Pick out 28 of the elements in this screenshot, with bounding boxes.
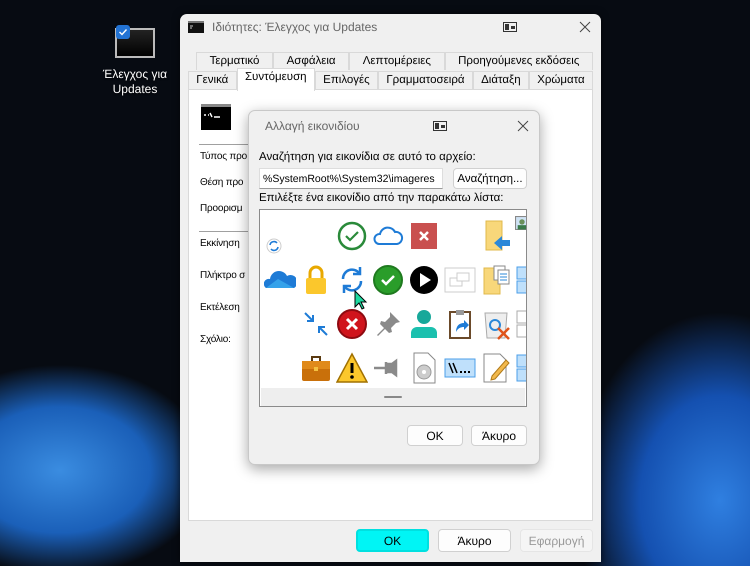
field-label: Τύπος προ (200, 151, 247, 164)
icon-list-label: Επιλέξτε ένα εικονίδιο από την παρακάτω λίστα: (259, 192, 504, 206)
cancel-button[interactable]: Άκυρο (471, 425, 527, 446)
field-label: Θέση προ (200, 177, 244, 190)
tab[interactable]: Συντόμευση (236, 68, 315, 91)
tab[interactable]: Γενικά (188, 71, 237, 89)
field-label: Σχόλιο: (200, 334, 231, 347)
tab[interactable]: Προηγούμενες εκδόσεις (444, 52, 593, 70)
field-label: Εκτέλεση (200, 302, 240, 315)
ok-button[interactable]: OK (356, 529, 429, 552)
cancel-button[interactable]: Άκυρο (438, 529, 511, 552)
tab[interactable]: Λεπτομέρειες (349, 52, 445, 70)
field-label: Προορισμ (200, 203, 242, 216)
browse-button[interactable]: Αναζήτηση... (453, 168, 527, 189)
file-label: Αναζήτηση για εικονίδια σε αυτό το αρχείο: (259, 151, 477, 165)
tab[interactable]: Ασφάλεια (273, 52, 350, 70)
dialog-title: Αλλαγή εικονιδίου (265, 119, 361, 133)
window-title: Ιδιότητες: Έλεγχος για Updates (212, 20, 378, 34)
file-path-field[interactable]: %SystemRoot%\System32\imageres (259, 168, 443, 189)
tab[interactable]: Τερματικό (196, 52, 273, 70)
desktop-icon-label: Έλεγχος για Updates (102, 67, 168, 97)
tab[interactable]: Χρώματα (528, 71, 594, 89)
field-label: Πλήκτρο σ (200, 270, 246, 283)
tab[interactable]: Διάταξη (472, 71, 529, 89)
field-label: Εκκίνηση (200, 238, 240, 251)
ok-button[interactable]: OK (407, 425, 463, 446)
tab[interactable]: Γραμματοσειρά (378, 71, 473, 89)
tab[interactable]: Επιλογές (314, 71, 378, 89)
